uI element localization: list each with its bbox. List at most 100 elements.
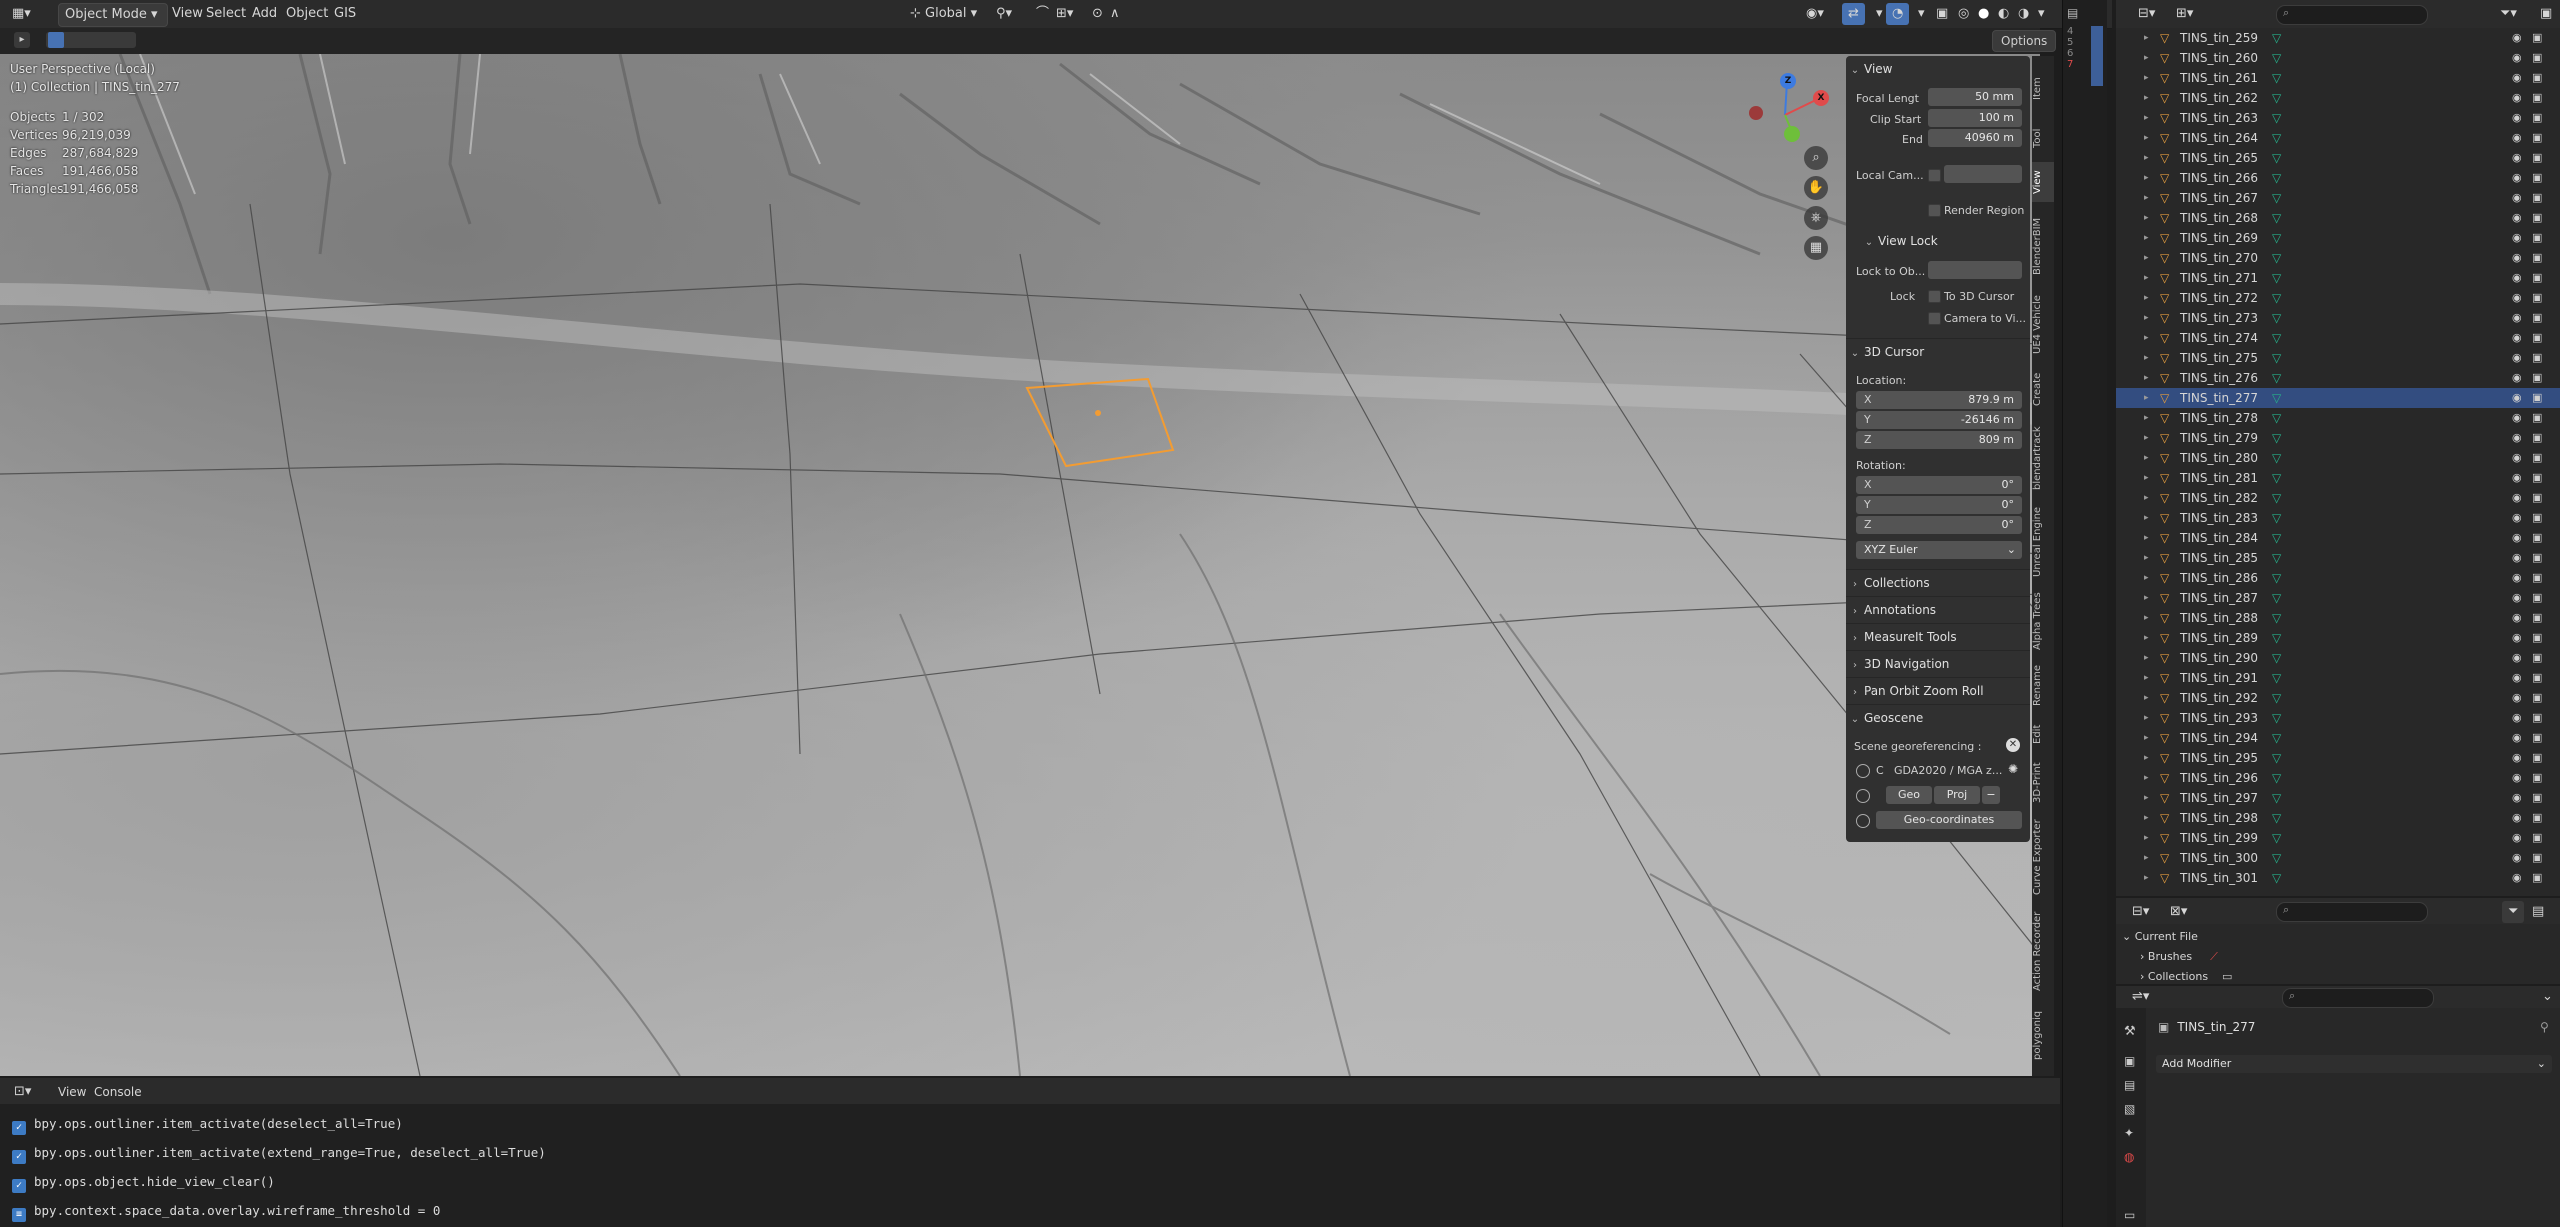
sidebar-tab-blendartrack[interactable]: blendartrack [2032,418,2054,498]
eye-icon[interactable]: ◉ [2512,568,2522,588]
expand-arrow-icon[interactable]: ▸ [2144,128,2149,148]
camera-icon[interactable]: ▣ [2532,788,2542,808]
camera-icon[interactable]: ▣ [2532,848,2542,868]
eye-icon[interactable]: ◉ [2512,328,2522,348]
mesh-data-icon[interactable]: ▽ [2272,88,2281,108]
3d-viewport[interactable]: User Perspective (Local) (1) Collection … [0,54,2040,1076]
expand-arrow-icon[interactable]: ▸ [2144,648,2149,668]
eye-icon[interactable]: ◉ [2512,108,2522,128]
sidebar-tab-polygoniq[interactable]: polygoniq [2032,1000,2054,1070]
eye-icon[interactable]: ◉ [2512,188,2522,208]
mesh-data-icon[interactable]: ▽ [2272,208,2281,228]
eye-icon[interactable]: ◉ [2512,768,2522,788]
eye-icon[interactable]: ◉ [2512,168,2522,188]
mesh-data-icon[interactable]: ▽ [2272,768,2281,788]
collection-tab-icon[interactable]: ▭ [2124,1208,2135,1222]
mesh-data-icon[interactable]: ▽ [2272,628,2281,648]
eye-icon[interactable]: ◉ [2512,868,2522,888]
view-layer-tab-icon[interactable]: ▧ [2124,1102,2135,1116]
mesh-data-icon[interactable]: ▽ [2272,148,2281,168]
expand-arrow-icon[interactable]: ▸ [2144,268,2149,288]
eye-icon[interactable]: ◉ [2512,268,2522,288]
outliner-item[interactable]: ▸ ▽ TINS_tin_284 ▽ ◉ ▣ [2116,528,2560,548]
eye-icon[interactable]: ◉ [2512,428,2522,448]
sidebar-tab-create[interactable]: Create [2032,364,2054,414]
camera-to-view-checkbox[interactable] [1928,312,1941,325]
expand-arrow-icon[interactable]: ▸ [2144,588,2149,608]
gizmo-neg-x[interactable] [1749,106,1763,120]
expand-arrow-icon[interactable]: ▸ [2144,608,2149,628]
camera-icon[interactable]: ▣ [2532,448,2542,468]
mesh-data-icon[interactable]: ▽ [2272,428,2281,448]
eye-icon[interactable]: ◉ [2512,528,2522,548]
outliner-item[interactable]: ▸ ▽ TINS_tin_290 ▽ ◉ ▣ [2116,648,2560,668]
console-editor-type-icon[interactable]: ⊡▾ [8,1081,37,1103]
sidebar-tab-edit[interactable]: Edit [2032,714,2054,754]
camera-view-icon[interactable]: ⎈ [1804,206,1828,230]
mesh-data-icon[interactable]: ▽ [2272,408,2281,428]
mesh-data-icon[interactable]: ▽ [2272,548,2281,568]
xray-icon[interactable]: ▣ [1930,3,1954,25]
local-camera-field[interactable] [1944,165,2022,183]
mesh-data-icon[interactable]: ▽ [2272,28,2281,48]
eye-icon[interactable]: ◉ [2512,28,2522,48]
properties-options-icon[interactable]: ⌄ [2536,986,2559,1008]
outliner-item[interactable]: ▸ ▽ TINS_tin_261 ▽ ◉ ▣ [2116,68,2560,88]
camera-icon[interactable]: ▣ [2532,428,2542,448]
snap-target-icon[interactable]: ⊞▾ [1050,3,1079,25]
eye-icon[interactable]: ◉ [2512,228,2522,248]
camera-icon[interactable]: ▣ [2532,128,2542,148]
outliner-item[interactable]: ▸ ▽ TINS_tin_279 ▽ ◉ ▣ [2116,428,2560,448]
rotation-y-field[interactable]: Y 0° [1856,496,2022,514]
clear-georef-icon[interactable]: ✕ [2006,738,2020,752]
eye-icon[interactable]: ◉ [2512,748,2522,768]
camera-icon[interactable]: ▣ [2532,148,2542,168]
eye-icon[interactable]: ◉ [2512,808,2522,828]
sidebar-tab-alpha-trees[interactable]: Alpha Trees [2032,586,2054,656]
expand-arrow-icon[interactable]: ▸ [2144,28,2149,48]
geoscene-header[interactable]: ⌄ Geoscene [1846,704,2030,731]
sidebar-tab-unreal-engine[interactable]: Unreal Engine [2032,502,2054,582]
eye-icon[interactable]: ◉ [2512,68,2522,88]
expand-arrow-icon[interactable]: ▸ [2144,408,2149,428]
proj-button[interactable]: Proj [1934,786,1980,804]
camera-icon[interactable]: ▣ [2532,808,2542,828]
text-editor-type-icon[interactable]: ▤ [2067,6,2078,20]
expand-arrow-icon[interactable]: ▸ [2144,168,2149,188]
eye-icon[interactable]: ◉ [2512,628,2522,648]
outliner-item[interactable]: ▸ ▽ TINS_tin_263 ▽ ◉ ▣ [2116,108,2560,128]
pan-orbit-panel-header[interactable]: › Pan Orbit Zoom Roll [1846,677,2030,704]
outliner-item[interactable]: ▸ ▽ TINS_tin_285 ▽ ◉ ▣ [2116,548,2560,568]
properties-search-input[interactable]: ⌕ [2282,988,2434,1008]
properties-editor-type-icon[interactable]: ⇌▾ [2126,986,2155,1008]
eye-icon[interactable]: ◉ [2512,488,2522,508]
expand-arrow-icon[interactable]: ▸ [2144,188,2149,208]
outliner-search-input[interactable]: ⌕ [2276,5,2428,25]
rotation-z-field[interactable]: Z 0° [1856,516,2022,534]
outliner-item[interactable]: ▸ ▽ TINS_tin_259 ▽ ◉ ▣ [2116,28,2560,48]
outliner-item[interactable]: ▸ ▽ TINS_tin_299 ▽ ◉ ▣ [2116,828,2560,848]
blend-editor-type-icon[interactable]: ⊟▾ [2126,901,2155,923]
mesh-data-icon[interactable]: ▽ [2272,748,2281,768]
mesh-data-icon[interactable]: ▽ [2272,828,2281,848]
blend-search-input[interactable]: ⌕ [2276,902,2428,922]
sidebar-tab-ue4-vehicle[interactable]: UE4 Vehicle [2032,290,2054,360]
camera-icon[interactable]: ▣ [2532,868,2542,888]
expand-arrow-icon[interactable]: ▸ [2144,508,2149,528]
measureit-panel-header[interactable]: › MeasureIt Tools [1846,623,2030,650]
outliner-item[interactable]: ▸ ▽ TINS_tin_287 ▽ ◉ ▣ [2116,588,2560,608]
mesh-data-icon[interactable]: ▽ [2272,728,2281,748]
camera-icon[interactable]: ▣ [2532,748,2542,768]
expand-arrow-icon[interactable]: ▸ [2144,468,2149,488]
outliner-item[interactable]: ▸ ▽ TINS_tin_269 ▽ ◉ ▣ [2116,228,2560,248]
camera-icon[interactable]: ▣ [2532,228,2542,248]
expand-arrow-icon[interactable]: ▸ [2144,228,2149,248]
output-tab-icon[interactable]: ▤ [2124,1078,2135,1092]
eye-icon[interactable]: ◉ [2512,648,2522,668]
expand-arrow-icon[interactable]: ▸ [2144,768,2149,788]
view-lock-header[interactable]: ⌄ View Lock [1860,228,2030,254]
camera-icon[interactable]: ▣ [2532,108,2542,128]
camera-icon[interactable]: ▣ [2532,188,2542,208]
mesh-data-icon[interactable]: ▽ [2272,688,2281,708]
outliner-item[interactable]: ▸ ▽ TINS_tin_300 ▽ ◉ ▣ [2116,848,2560,868]
